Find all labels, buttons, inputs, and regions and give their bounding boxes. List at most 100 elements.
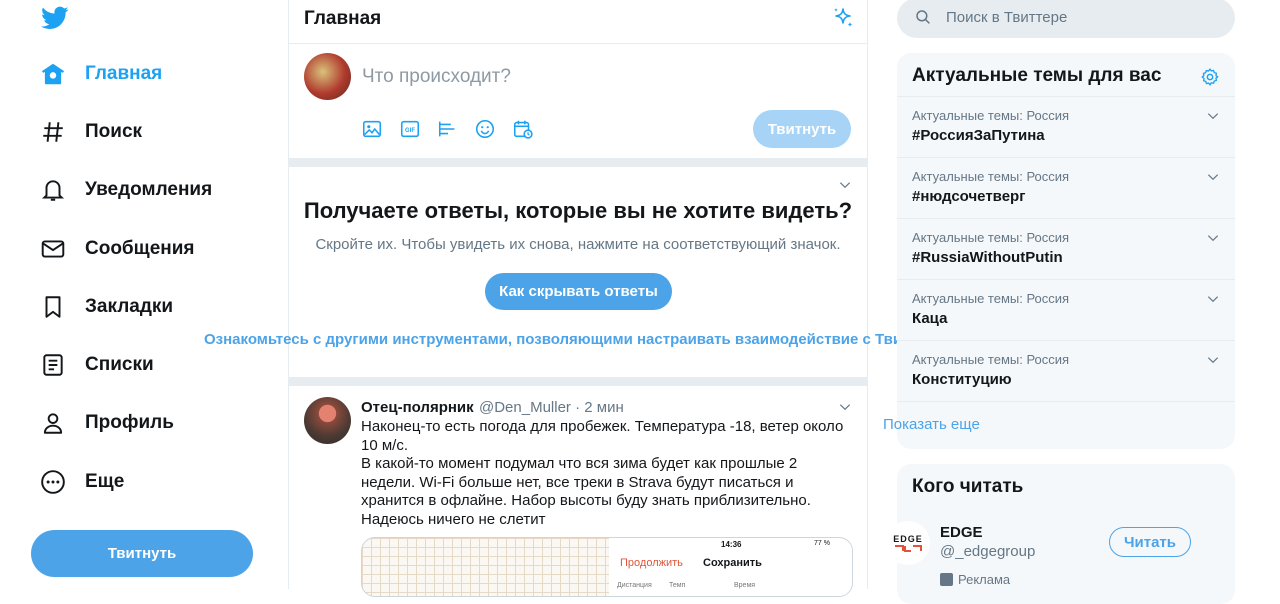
nav-label-lists: Списки	[85, 354, 154, 375]
trends-panel: Актуальные темы для вас Актуальные темы:…	[897, 53, 1235, 449]
compose-tweet-button[interactable]: Твитнуть	[753, 110, 851, 148]
nav-item-home[interactable]: Главная	[36, 52, 162, 96]
poll-icon[interactable]	[437, 118, 459, 140]
trend-item[interactable]: Актуальные темы: Россия #RussiaWithoutPu…	[897, 218, 1235, 279]
promoted-icon	[940, 573, 953, 586]
tweet-text-line: 10 м/с.	[361, 436, 408, 454]
chevron-down-icon[interactable]	[1206, 231, 1220, 245]
main-timeline: Главная Что происходит? GIF Твитнуть Пол…	[288, 0, 868, 597]
left-navigation: Главная Поиск Уведомления Сообщения Закл…	[0, 0, 288, 589]
trend-context: Актуальные темы: Россия	[912, 169, 1070, 184]
bookmark-icon	[45, 296, 61, 318]
hide-replies-title: Получаете ответы, которые вы не хотите в…	[303, 198, 853, 223]
tweet-author-name[interactable]: Отец-полярник	[361, 399, 474, 416]
trends-title: Актуальные темы для вас	[912, 65, 1162, 86]
divider	[289, 377, 867, 386]
sparkle-icon[interactable]	[831, 6, 855, 30]
nav-item-bookmarks[interactable]: Закладки	[36, 285, 173, 329]
hide-replies-subtitle: Скройте их. Чтобы увидеть их снова, нажм…	[315, 236, 841, 253]
nav-label-explore: Поиск	[85, 121, 143, 142]
phone-save-label: Сохранить	[703, 557, 762, 569]
tweet-text-line: Надеюсь ничего не слетит	[361, 510, 546, 528]
image-icon[interactable]	[361, 118, 383, 140]
tweet-author-avatar[interactable]	[304, 397, 351, 444]
phone-col-pace: Темп	[669, 582, 686, 589]
trend-name: Каца	[912, 310, 948, 327]
trend-item[interactable]: Актуальные темы: Россия Конституцию	[897, 340, 1235, 401]
page-title: Главная	[304, 8, 382, 29]
list-icon	[43, 354, 63, 376]
tweet-text-line: недели. Wi-Fi больше нет, все треки в St…	[361, 473, 794, 491]
divider	[289, 158, 867, 167]
account-handle[interactable]: @_edgegroup	[940, 543, 1035, 560]
gear-icon[interactable]	[1200, 67, 1220, 87]
nav-item-notifications[interactable]: Уведомления	[36, 168, 212, 212]
twitter-logo-icon[interactable]	[40, 4, 70, 32]
trend-context: Актуальные темы: Россия	[912, 230, 1070, 245]
promoted-label: Реклама	[958, 572, 1011, 587]
tweet-text-line: Наконец-то есть погода для пробежек. Тем…	[361, 418, 844, 435]
how-to-hide-replies-button[interactable]: Как скрывать ответы	[485, 273, 672, 310]
phone-time: 14:36	[721, 540, 742, 549]
edge-avatar[interactable]: EDGE	[886, 521, 930, 565]
show-more-link[interactable]: Показать еще	[883, 416, 980, 433]
nav-label-messages: Сообщения	[85, 238, 195, 259]
gif-icon[interactable]: GIF	[399, 118, 421, 140]
right-sidebar: Поиск в Твиттере Актуальные темы для вас…	[868, 0, 1280, 604]
person-icon	[43, 413, 63, 434]
trend-name: Конституцию	[912, 371, 1012, 388]
home-icon	[41, 63, 65, 85]
tweet-text: Наконец-то есть погода для пробежек. Тем…	[361, 418, 861, 529]
chevron-down-icon[interactable]	[1206, 109, 1220, 123]
trend-item[interactable]: Актуальные темы: Россия #РоссияЗаПутина	[897, 96, 1235, 157]
nav-item-profile[interactable]: Профиль	[36, 401, 174, 445]
chevron-down-icon[interactable]	[838, 400, 852, 414]
trend-name: #нюдсочетверг	[912, 188, 1026, 205]
hashtag-icon	[43, 122, 63, 142]
trend-context: Актуальные темы: Россия	[912, 108, 1070, 123]
phone-col-time: Время	[734, 582, 756, 589]
mail-icon	[41, 240, 65, 258]
edge-logo-icon: EDGE	[893, 534, 923, 552]
nav-label-bookmarks: Закладки	[85, 296, 174, 317]
nav-item-more[interactable]: Еще	[36, 460, 124, 504]
bell-icon	[41, 180, 65, 201]
tweet-author-handle[interactable]: @Den_Muller · 2 мин	[479, 399, 624, 416]
phone-screenshot: 14:36 77 % Продолжить Сохранить Дистанци…	[609, 538, 852, 596]
tweet-text-line: В какой-то момент подумал что вся зима б…	[361, 455, 798, 472]
trend-item[interactable]: Актуальные темы: Россия #нюдсочетверг	[897, 157, 1235, 218]
svg-text:EDGE: EDGE	[893, 534, 923, 544]
nav-label-more: Еще	[85, 471, 125, 492]
search-input[interactable]: Поиск в Твиттере	[897, 0, 1235, 38]
emoji-icon[interactable]	[474, 118, 496, 140]
chevron-down-icon[interactable]	[1206, 353, 1220, 367]
more-icon	[41, 470, 65, 494]
sidebar-tweet-button[interactable]: Твитнуть	[31, 530, 253, 577]
follow-button[interactable]: Читать	[1109, 527, 1191, 557]
who-to-follow-title: Кого читать	[912, 476, 1024, 497]
search-placeholder: Поиск в Твиттере	[946, 9, 1068, 26]
trend-context: Актуальные темы: Россия	[912, 352, 1070, 367]
tweet-text-line: хранится в офлайне. Набор высоты буду зн…	[361, 492, 811, 509]
nav-item-messages[interactable]: Сообщения	[36, 227, 195, 271]
trend-item[interactable]: Актуальные темы: Россия Каца	[897, 279, 1235, 340]
user-avatar[interactable]	[304, 53, 351, 100]
account-name[interactable]: EDGE	[940, 524, 983, 541]
nav-label-home: Главная	[85, 63, 163, 84]
nav-item-explore[interactable]: Поиск	[36, 110, 142, 154]
chevron-down-icon[interactable]	[1206, 292, 1220, 306]
nav-item-lists[interactable]: Списки	[36, 343, 154, 387]
tweet-media-image[interactable]: 14:36 77 % Продолжить Сохранить Дистанци…	[361, 537, 853, 597]
trend-context: Актуальные темы: Россия	[912, 291, 1070, 306]
chevron-down-icon[interactable]	[1206, 170, 1220, 184]
trend-name: #RussiaWithoutPutin	[912, 249, 1063, 266]
nav-label-profile: Профиль	[85, 412, 174, 433]
schedule-icon[interactable]	[512, 118, 534, 140]
timeline-header: Главная	[289, 0, 867, 44]
compose-input[interactable]: Что происходит?	[362, 66, 511, 88]
nav-label-notifications: Уведомления	[85, 179, 213, 200]
phone-continue-label: Продолжить	[620, 557, 683, 569]
chevron-down-icon[interactable]	[838, 178, 852, 192]
phone-col-distance: Дистанция	[617, 582, 652, 589]
trend-name: #РоссияЗаПутина	[912, 127, 1045, 144]
